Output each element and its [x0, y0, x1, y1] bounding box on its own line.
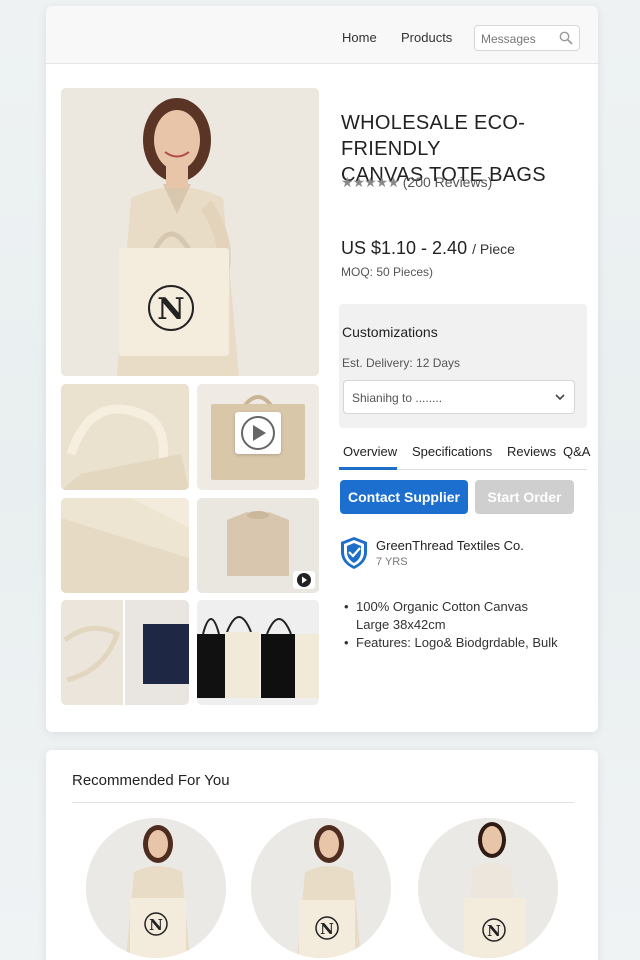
search-input[interactable]: Messages [474, 25, 580, 51]
customization-title: Customizations [342, 324, 438, 340]
price-unit: / Piece [472, 241, 515, 257]
chevron-down-icon [555, 394, 565, 401]
bag-logo-letter: N [320, 920, 334, 938]
product-title-line-1: WHOLESALE ECO-FRIENDLY [341, 112, 526, 160]
supplier-name: GreenThread Textiles Co. [376, 538, 524, 553]
tab-reviews[interactable]: Reviews [507, 444, 556, 459]
start-order-button[interactable]: Start Order [475, 480, 574, 514]
play-icon [241, 416, 275, 450]
price-value: US $1.10 - 2.40 [341, 238, 468, 258]
recommended-product[interactable]: N [251, 818, 391, 958]
bag-logo-letter: N [487, 922, 501, 940]
feature-list: 100% Organic Cotton Canvas Large 38x42cm… [344, 598, 584, 652]
nav-products-link[interactable]: Products [401, 30, 452, 45]
price-range: US $1.10 - 2.40 / Piece [341, 238, 515, 259]
thumbnail-colors[interactable] [61, 600, 189, 705]
nav-home-link[interactable]: Home [342, 30, 377, 45]
shipping-select[interactable]: Shianihg to ........ [343, 380, 575, 414]
play-button[interactable] [235, 412, 281, 454]
product-card: Home Products Messages N WHOLESALE ECO-F… [46, 6, 598, 732]
thumbnail-fabric[interactable] [61, 498, 189, 593]
review-count: (200 Reviews) [402, 174, 493, 190]
search-icon[interactable] [559, 31, 573, 45]
search-placeholder: Messages [481, 32, 536, 46]
play-icon [297, 573, 311, 587]
thumbnail-video[interactable] [197, 384, 319, 490]
main-product-image[interactable]: N [61, 88, 319, 376]
star-rating-icon: ★★★★★ [341, 174, 400, 190]
video-badge[interactable] [293, 571, 315, 589]
shield-check-icon [341, 537, 367, 569]
feature-item: Large 38x42cm [356, 617, 446, 632]
shipping-select-value: Shianihg to ........ [352, 391, 443, 405]
bag-logo-letter: N [157, 292, 184, 327]
recommendations-card: Recommended For You N N N [46, 750, 598, 960]
supplier-info[interactable]: GreenThread Textiles Co. 7 YRS [340, 536, 580, 576]
supplier-years: 7 YRS [376, 556, 408, 568]
tab-overview[interactable]: Overview [343, 444, 397, 459]
tab-specifications[interactable]: Specifications [412, 444, 492, 459]
contact-supplier-button[interactable]: Contact Supplier [340, 480, 468, 514]
recommended-product[interactable]: N [86, 818, 226, 958]
product-tabs: Overview Specifications Reviews Q&A [339, 436, 590, 470]
delivery-estimate: Est. Delivery: 12 Days [342, 356, 461, 370]
minimum-order-quantity: MOQ: 50 Pieces) [341, 265, 434, 279]
feature-item: Features: Logo& Biodgrdable, Bulk [344, 634, 584, 652]
feature-item: 100% Organic Cotton Canvas [344, 598, 584, 616]
recommended-product[interactable]: N [418, 818, 558, 958]
recommendations-title: Recommended For You [72, 772, 230, 789]
thumbnail-black-white-bags[interactable] [197, 600, 319, 705]
rating[interactable]: ★★★★★ (200 Reviews) [341, 174, 492, 191]
thumbnail-handles[interactable] [61, 384, 189, 490]
customization-panel: Customizations Est. Delivery: 12 Days Sh… [339, 304, 587, 428]
bag-logo-letter: N [149, 916, 163, 934]
thumbnail-sweater[interactable] [197, 498, 319, 593]
divider [72, 802, 574, 803]
tab-qa[interactable]: Q&A [563, 444, 590, 459]
top-navigation: Home Products Messages [46, 6, 598, 64]
active-tab-indicator [339, 467, 397, 470]
